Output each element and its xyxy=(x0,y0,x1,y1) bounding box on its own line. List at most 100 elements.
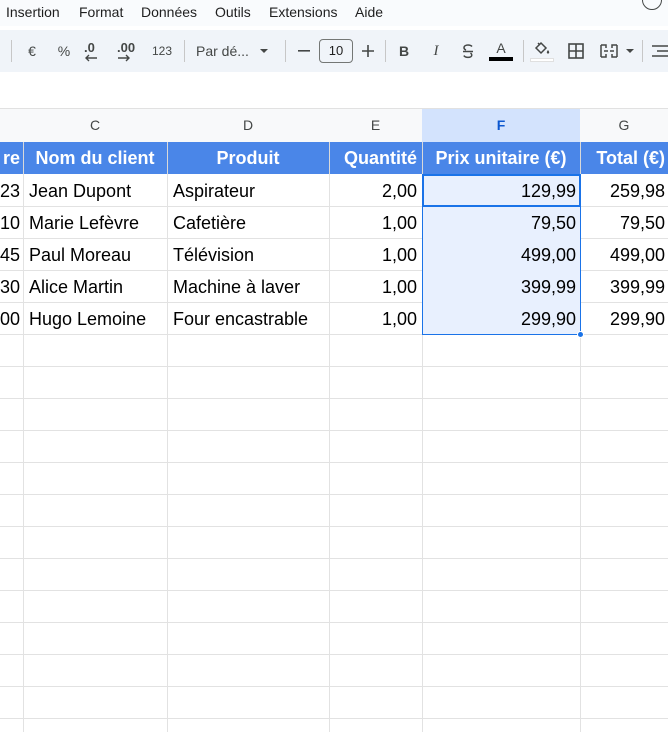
menu-donnees[interactable]: Données xyxy=(141,4,197,20)
table-cell[interactable]: 45 xyxy=(0,239,22,271)
table-cell[interactable]: Four encastrable xyxy=(168,303,329,335)
header-cell-total[interactable]: Total (€) xyxy=(580,142,668,174)
merge-cells-icon xyxy=(600,44,618,58)
grid-line xyxy=(0,590,668,591)
table-cell[interactable]: Aspirateur xyxy=(168,175,329,207)
grid-line xyxy=(0,622,668,623)
menu-aide[interactable]: Aide xyxy=(355,4,383,20)
arrow-left-icon xyxy=(85,54,97,61)
toolbar-separator xyxy=(285,40,286,62)
table-cell[interactable]: 1,00 xyxy=(330,303,422,335)
grid-line xyxy=(0,526,668,527)
header-cell-produit[interactable]: Produit xyxy=(167,142,330,174)
table-cell-selected[interactable]: 129,99 xyxy=(423,175,580,207)
table-cell[interactable]: Machine à laver xyxy=(168,271,329,303)
menu-bar: Insertion Format Données Outils Extensio… xyxy=(0,0,668,26)
toolbar-separator xyxy=(11,40,12,62)
header-cell-partial[interactable]: re xyxy=(0,142,24,174)
grid-line xyxy=(0,366,668,367)
fill-color-button[interactable] xyxy=(530,39,554,63)
header-cell-prix[interactable]: Prix unitaire (€) xyxy=(422,142,581,174)
percent-format-button[interactable]: % xyxy=(55,39,73,63)
table-cell[interactable]: 259,98 xyxy=(581,175,668,207)
table-cell[interactable]: 23 xyxy=(0,175,22,207)
grid-line xyxy=(0,494,668,495)
header-cell-client[interactable]: Nom du client xyxy=(23,142,168,174)
grid-line xyxy=(0,430,668,431)
table-cell[interactable]: 299,90 xyxy=(581,303,668,335)
grid-line xyxy=(0,558,668,559)
fill-handle[interactable] xyxy=(577,331,584,338)
column-header-partial[interactable] xyxy=(0,108,24,142)
table-cell-selected[interactable]: 299,90 xyxy=(423,303,580,335)
dropdown-arrow-icon xyxy=(626,49,634,53)
grid-line xyxy=(0,718,668,719)
paint-bucket-icon xyxy=(534,41,550,54)
bold-button[interactable]: B xyxy=(396,39,412,63)
table-cell[interactable]: Alice Martin xyxy=(24,271,167,303)
status-circle-icon[interactable] xyxy=(642,0,662,10)
decrease-decimals-button[interactable]: .0 xyxy=(84,39,108,63)
table-cell[interactable]: 1,00 xyxy=(330,239,422,271)
text-color-label: A xyxy=(496,40,506,56)
table-cell[interactable]: 00 xyxy=(0,303,22,335)
toolbar-separator xyxy=(184,40,185,62)
menu-insertion[interactable]: Insertion xyxy=(6,4,60,20)
table-cell[interactable]: 1,00 xyxy=(330,271,422,303)
table-cell[interactable]: 10 xyxy=(0,207,22,239)
table-cell[interactable]: Marie Lefèvre xyxy=(24,207,167,239)
text-color-button[interactable]: A xyxy=(489,39,513,63)
align-icon xyxy=(652,45,668,57)
grid-line xyxy=(0,398,668,399)
menu-extensions[interactable]: Extensions xyxy=(269,4,337,20)
table-cell[interactable]: 399,99 xyxy=(581,271,668,303)
increase-decimals-label: .00 xyxy=(117,39,136,55)
table-cell[interactable]: 2,00 xyxy=(330,175,422,207)
font-size-input[interactable]: 10 xyxy=(319,39,353,63)
table-cell[interactable]: Télévision xyxy=(168,239,329,271)
dropdown-arrow-icon xyxy=(259,49,268,53)
column-header-d[interactable]: D xyxy=(167,108,330,142)
toolbar-separator xyxy=(642,40,643,62)
table-cell[interactable]: 499,00 xyxy=(581,239,668,271)
fill-color-swatch xyxy=(530,57,554,62)
menu-outils[interactable]: Outils xyxy=(215,4,251,20)
borders-button[interactable] xyxy=(566,39,586,63)
table-cell[interactable]: 79,50 xyxy=(581,207,668,239)
strikethrough-icon xyxy=(463,44,473,59)
grid-line xyxy=(0,462,668,463)
table-cell-selected[interactable]: 499,00 xyxy=(423,239,580,271)
strikethrough-button[interactable] xyxy=(458,39,478,63)
menu-format[interactable]: Format xyxy=(79,4,123,20)
header-cell-quantite[interactable]: Quantité xyxy=(329,142,423,174)
grid-line xyxy=(0,686,668,687)
currency-format-button[interactable]: € xyxy=(24,39,40,63)
table-cell[interactable]: 30 xyxy=(0,271,22,303)
borders-icon xyxy=(568,43,584,59)
decrease-font-size-button[interactable] xyxy=(296,39,312,63)
column-header-c[interactable]: C xyxy=(23,108,168,142)
column-header-e[interactable]: E xyxy=(329,108,423,142)
table-cell-selected[interactable]: 79,50 xyxy=(423,207,580,239)
italic-button[interactable]: I xyxy=(428,39,444,63)
table-cell-selected[interactable]: 399,99 xyxy=(423,271,580,303)
horizontal-align-button[interactable] xyxy=(650,39,668,63)
table-cell[interactable]: 1,00 xyxy=(330,207,422,239)
decrease-decimals-label: .0 xyxy=(84,39,95,55)
column-header-g[interactable]: G xyxy=(580,108,668,142)
number-format-button[interactable]: 123 xyxy=(150,39,174,63)
toolbar-separator xyxy=(385,40,386,62)
grid-line xyxy=(0,654,668,655)
merge-cells-button[interactable] xyxy=(598,39,636,63)
increase-font-size-button[interactable] xyxy=(360,39,376,63)
table-cell[interactable]: Paul Moreau xyxy=(24,239,167,271)
toolbar-separator xyxy=(523,40,524,62)
increase-decimals-button[interactable]: .00 xyxy=(117,39,143,63)
column-header-f[interactable]: F xyxy=(422,108,581,142)
font-family-value: Par dé... xyxy=(196,43,249,59)
font-family-select[interactable]: Par dé... xyxy=(196,39,276,63)
table-cell[interactable]: Jean Dupont xyxy=(24,175,167,207)
table-cell[interactable]: Hugo Lemoine xyxy=(24,303,167,335)
plus-icon xyxy=(362,45,374,57)
table-cell[interactable]: Cafetière xyxy=(168,207,329,239)
